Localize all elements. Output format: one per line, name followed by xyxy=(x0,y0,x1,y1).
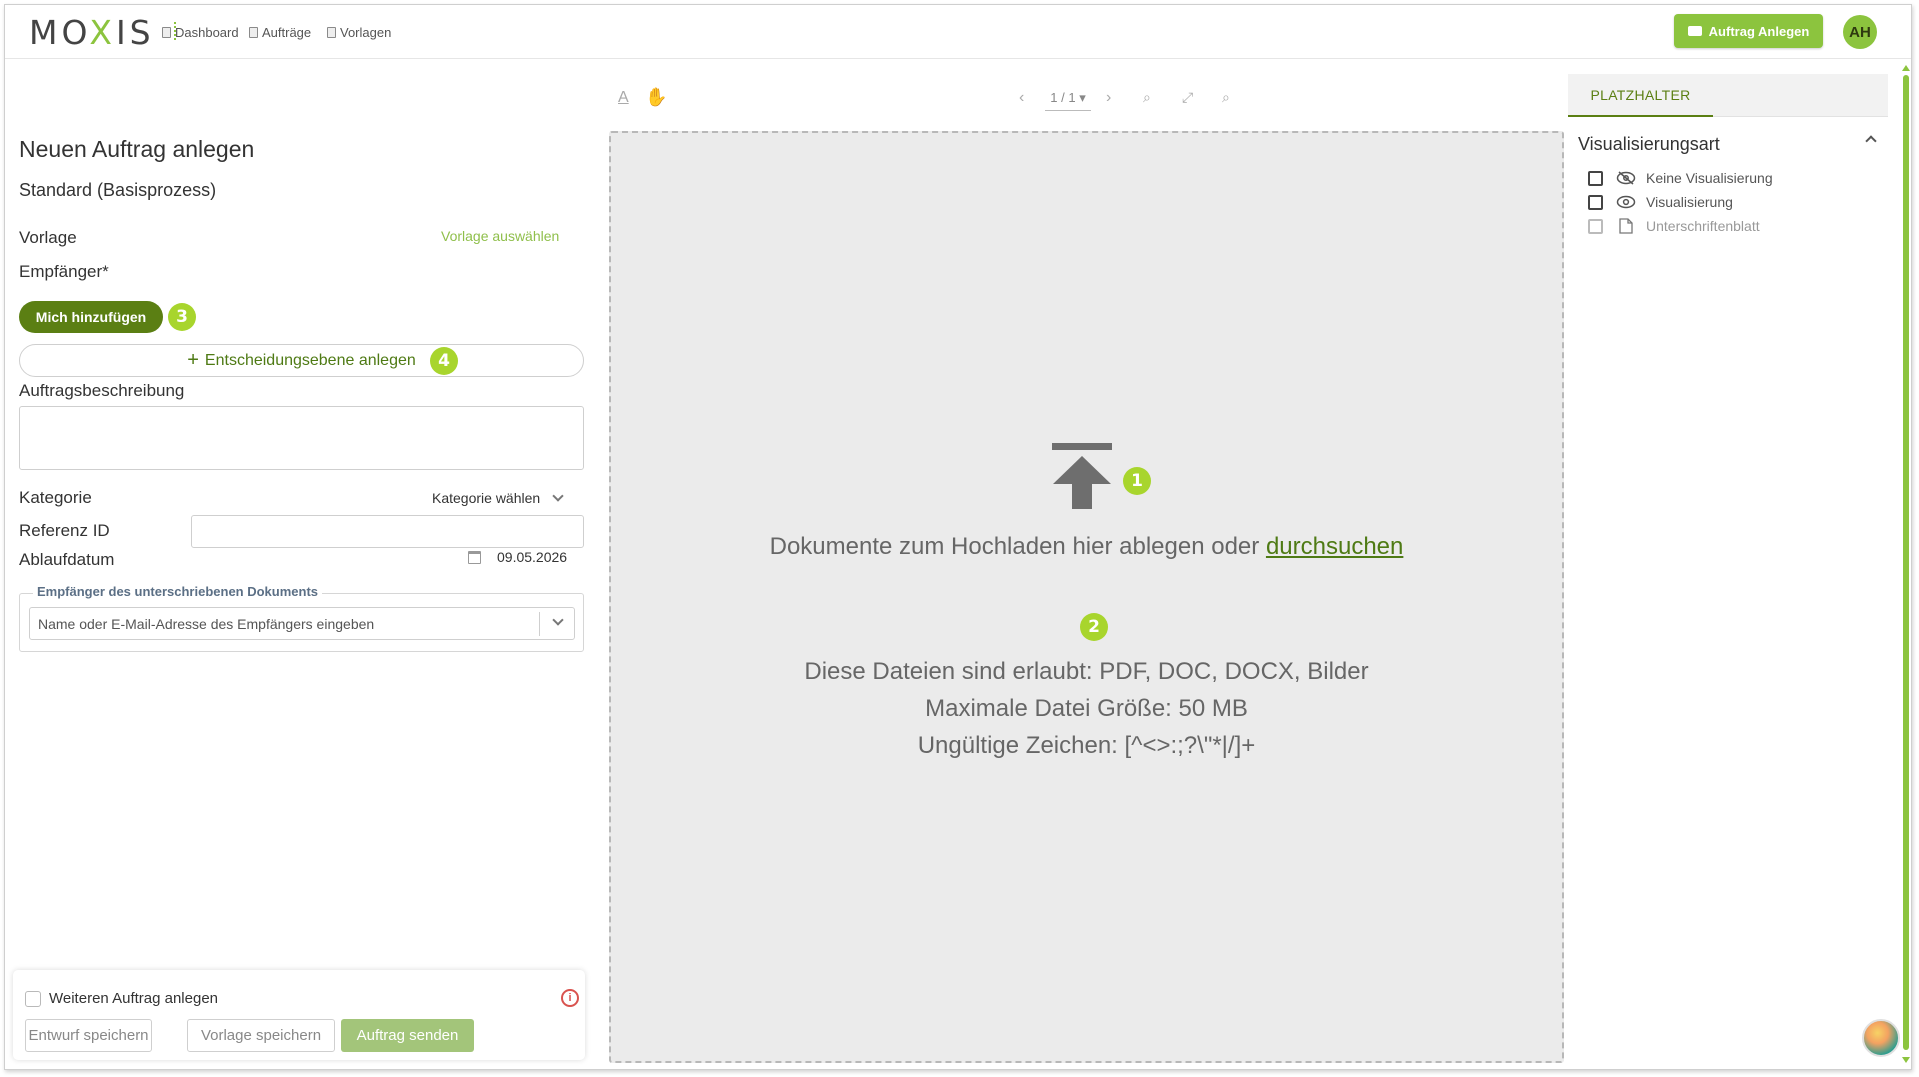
nav-dashboard[interactable]: Dashboard xyxy=(162,25,239,40)
add-decision-level-button[interactable]: + Entscheidungsebene anlegen xyxy=(19,344,584,377)
eye-off-icon xyxy=(1616,171,1636,185)
zoom-in-icon[interactable]: ⌕ xyxy=(1222,89,1230,106)
template-label: Vorlage xyxy=(19,228,77,247)
option-no-visualization[interactable]: Keine Visualisierung xyxy=(1588,170,1773,186)
eye-icon xyxy=(1616,195,1636,209)
panel-tab-bar: PLATZHALTER xyxy=(1568,74,1888,117)
option-checkbox[interactable] xyxy=(1588,170,1603,186)
callout-badge-4: 4 xyxy=(430,347,458,375)
option-checkbox[interactable] xyxy=(1588,194,1603,210)
plus-icon: + xyxy=(187,349,199,371)
browse-link[interactable]: durchsuchen xyxy=(1266,533,1403,560)
option-label: Keine Visualisierung xyxy=(1646,170,1773,186)
callout-badge-1: 1 xyxy=(1123,467,1151,495)
panel-scrollbar[interactable] xyxy=(1901,65,1911,1063)
file-rules: Diese Dateien sind erlaubt: PDF, DOC, DO… xyxy=(611,653,1562,764)
chevron-up-icon[interactable] xyxy=(1865,135,1877,147)
document-icon xyxy=(162,27,171,38)
zoom-out-icon[interactable]: ⌕ xyxy=(1143,89,1151,106)
page-icon xyxy=(1616,218,1636,234)
nav-dashboard-label: Dashboard xyxy=(175,25,239,40)
scroll-up-icon[interactable] xyxy=(1902,65,1910,71)
visualization-type-title: Visualisierungsart xyxy=(1578,134,1720,154)
reference-id-label: Referenz ID xyxy=(19,521,110,540)
fit-screen-icon[interactable]: ⤢ xyxy=(1182,89,1193,106)
add-decision-level-label: Entscheidungsebene anlegen xyxy=(204,351,416,369)
tab-placeholder[interactable]: PLATZHALTER xyxy=(1568,74,1713,117)
info-icon[interactable]: i xyxy=(561,989,579,1007)
select-template-link[interactable]: Vorlage auswählen xyxy=(441,228,559,244)
callout-badge-3: 3 xyxy=(168,303,196,331)
text-select-icon[interactable]: A xyxy=(618,89,629,107)
process-name: Standard (Basisprozess) xyxy=(19,180,217,200)
signed-recipient-legend: Empfänger des unterschriebenen Dokuments xyxy=(33,584,323,599)
previous-page-icon[interactable]: ‹ xyxy=(1019,89,1024,107)
document-icon xyxy=(327,27,336,38)
expiry-date-value[interactable]: 09.05.2026 xyxy=(497,549,567,565)
upload-icon xyxy=(1052,443,1112,513)
viewer-toolbar: A ✋ ‹ 1 / 1 ▾ › ⌕ ⤢ ⌕ xyxy=(605,81,1565,117)
nav-orders-label: Aufträge xyxy=(262,25,312,40)
save-template-button[interactable]: Vorlage speichern xyxy=(187,1019,335,1052)
chevron-down-icon[interactable] xyxy=(552,614,564,626)
callout-badge-2: 2 xyxy=(1080,613,1108,641)
app-window: MOXIS Dashboard Aufträge Vorlagen Auftra… xyxy=(4,4,1912,1070)
send-order-button[interactable]: Auftrag senden xyxy=(341,1019,474,1052)
nav-templates-label: Vorlagen xyxy=(340,25,392,40)
chevron-down-icon xyxy=(552,490,564,502)
drop-instruction: Dokumente zum Hochladen hier ablegen ode… xyxy=(611,533,1562,561)
briefcase-icon xyxy=(1687,26,1702,36)
order-actions-card: Weiteren Auftrag anlegen i Entwurf speic… xyxy=(13,970,585,1060)
option-label: Visualisierung xyxy=(1646,194,1733,210)
description-textarea[interactable] xyxy=(19,406,584,470)
scrollbar-thumb[interactable] xyxy=(1903,75,1909,1050)
nav-templates[interactable]: Vorlagen xyxy=(327,25,391,40)
category-label: Kategorie xyxy=(19,488,92,507)
page-indicator[interactable]: 1 / 1 ▾ xyxy=(1045,90,1091,111)
moxis-logo[interactable]: MOXIS xyxy=(29,13,155,52)
select-separator xyxy=(539,612,540,636)
document-icon xyxy=(249,27,258,38)
expiry-date-label: Ablaufdatum xyxy=(19,550,115,569)
document-drop-zone[interactable]: 1 Dokumente zum Hochladen hier ablegen o… xyxy=(609,131,1564,1063)
another-order-label: Weiteren Auftrag anlegen xyxy=(49,990,219,1007)
allowed-file-types: Diese Dateien sind erlaubt: PDF, DOC, DO… xyxy=(804,658,1369,685)
scroll-down-icon[interactable] xyxy=(1902,1057,1910,1063)
new-order-button-label: Auftrag Anlegen xyxy=(1708,23,1810,39)
help-assistant-icon[interactable] xyxy=(1862,1019,1900,1057)
another-order-option[interactable]: Weiteren Auftrag anlegen xyxy=(25,990,218,1007)
another-order-checkbox[interactable] xyxy=(25,990,41,1007)
description-label: Auftragsbeschreibung xyxy=(19,381,185,400)
max-file-size: Maximale Datei Größe: 50 MB xyxy=(925,695,1248,722)
top-navigation-bar: MOXIS Dashboard Aufträge Vorlagen Auftra… xyxy=(5,5,1911,59)
option-visualization[interactable]: Visualisierung xyxy=(1588,194,1733,210)
placeholder-panel: PLATZHALTER Visualisierungsart Keine Vis… xyxy=(1568,74,1888,1064)
category-select-value: Kategorie wählen xyxy=(432,490,541,506)
signed-recipient-input[interactable]: Name oder E-Mail-Adresse des Empfängers … xyxy=(29,607,575,640)
add-me-button[interactable]: Mich hinzufügen xyxy=(19,301,163,333)
reference-id-input[interactable] xyxy=(191,515,584,548)
category-select[interactable]: Kategorie wählen xyxy=(432,490,564,506)
next-page-icon[interactable]: › xyxy=(1106,89,1111,107)
page-indicator-value: 1 / 1 xyxy=(1050,90,1076,105)
option-checkbox xyxy=(1588,218,1603,234)
user-avatar[interactable]: AH xyxy=(1843,15,1877,49)
signed-recipient-placeholder: Name oder E-Mail-Adresse des Empfängers … xyxy=(38,616,375,632)
new-order-button[interactable]: Auftrag Anlegen xyxy=(1674,14,1823,48)
page-title: Neuen Auftrag anlegen xyxy=(19,136,255,162)
recipients-label: Empfänger* xyxy=(19,262,109,281)
option-signature-sheet: Unterschriftenblatt xyxy=(1588,218,1760,234)
save-draft-button[interactable]: Entwurf speichern xyxy=(25,1019,152,1052)
option-label: Unterschriftenblatt xyxy=(1646,218,1760,234)
calendar-icon[interactable] xyxy=(468,551,481,564)
nav-orders[interactable]: Aufträge xyxy=(249,25,311,40)
hand-tool-icon[interactable]: ✋ xyxy=(645,87,667,108)
invalid-characters: Ungültige Zeichen: [^<>:;?\"*|/]+ xyxy=(917,732,1256,759)
drop-instruction-text: Dokumente zum Hochladen hier ablegen ode… xyxy=(769,533,1266,560)
order-form-panel: Neuen Auftrag anlegen Standard (Basispro… xyxy=(5,60,595,1069)
